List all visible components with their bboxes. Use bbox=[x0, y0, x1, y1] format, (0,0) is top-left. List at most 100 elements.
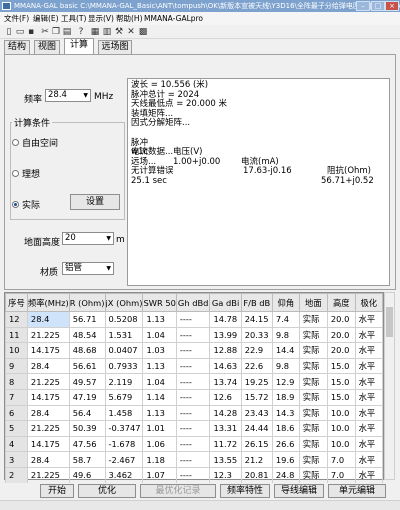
table-row[interactable]: 6 28.4 56.4 1.458 1.13 ---- 14.28 23.43 14.3 实际 10… bbox=[5, 404, 384, 422]
table-cell[interactable]: 14.63 bbox=[209, 357, 242, 375]
row-index-cell[interactable]: 5 bbox=[5, 420, 28, 437]
table-cell[interactable]: 28.4 bbox=[26, 357, 70, 375]
table-cell[interactable]: -0.3747 bbox=[104, 420, 144, 437]
table-cell[interactable]: 1.04 bbox=[142, 326, 177, 344]
save-icon[interactable]: ▪ bbox=[26, 27, 36, 37]
table-cell[interactable]: 49.57 bbox=[68, 373, 106, 390]
table-cell[interactable]: 20.0 bbox=[326, 342, 356, 359]
table-cell[interactable]: 0.5208 bbox=[104, 311, 144, 328]
table-cell[interactable]: 1.07 bbox=[142, 466, 177, 484]
minimize-button[interactable]: – bbox=[356, 1, 370, 11]
table-cell[interactable]: 1.13 bbox=[142, 311, 177, 328]
menu-file[interactable]: 文件(F) bbox=[4, 14, 29, 23]
table-cell[interactable]: ---- bbox=[175, 435, 211, 453]
table-cell[interactable]: 21.225 bbox=[26, 373, 70, 390]
radio-free-space[interactable] bbox=[12, 139, 19, 146]
copy-icon[interactable]: ❐ bbox=[51, 27, 61, 37]
table-cell[interactable]: 28.4 bbox=[26, 404, 70, 422]
table-row[interactable]: 4 14.175 47.56 -1.678 1.06 ---- 11.72 26.15 26.6… bbox=[5, 435, 384, 453]
table-cell[interactable]: 3.462 bbox=[104, 466, 144, 484]
table-cell[interactable]: 20.81 bbox=[240, 466, 273, 484]
table-cell[interactable]: 18.9 bbox=[271, 388, 300, 406]
table-cell[interactable]: 13.31 bbox=[209, 420, 242, 437]
menu-help[interactable]: 帮助(H) bbox=[116, 14, 143, 23]
table-row[interactable]: 2 21.225 49.6 3.462 1.07 ---- 12.3 20.81 24.8 实际 7… bbox=[5, 466, 384, 484]
table-cell[interactable]: 15.0 bbox=[326, 388, 356, 406]
cut-icon[interactable]: ✂ bbox=[40, 27, 50, 37]
radio-real[interactable] bbox=[12, 201, 19, 208]
table-cell[interactable]: 7.0 bbox=[326, 451, 356, 468]
table-cell[interactable]: 7.0 bbox=[326, 466, 356, 484]
table-cell[interactable]: 47.56 bbox=[68, 435, 106, 453]
ground-height-combobox[interactable]: 20 ▼ bbox=[62, 232, 114, 245]
table-cell[interactable]: 20.0 bbox=[326, 326, 356, 344]
table-cell[interactable]: 水平 bbox=[354, 373, 384, 390]
table-cell[interactable]: 24.15 bbox=[240, 311, 273, 328]
chart-icon[interactable]: ▥ bbox=[102, 27, 112, 37]
row-index-cell[interactable]: 6 bbox=[5, 404, 28, 422]
row-index-cell[interactable]: 11 bbox=[5, 326, 28, 344]
tab-structure[interactable]: 结构 bbox=[4, 40, 30, 54]
table-cell[interactable]: 水平 bbox=[354, 388, 384, 406]
radio-ideal[interactable] bbox=[12, 170, 19, 177]
table-cell[interactable]: 水平 bbox=[354, 420, 384, 437]
table-cell[interactable]: ---- bbox=[175, 357, 211, 375]
table-cell[interactable]: 实际 bbox=[298, 404, 328, 422]
table-cell[interactable]: 12.88 bbox=[209, 342, 242, 359]
column-header[interactable]: 序号 bbox=[5, 293, 28, 312]
table-cell[interactable]: -2.467 bbox=[104, 451, 144, 468]
tab-calculate[interactable]: 计算 bbox=[64, 38, 94, 54]
table-cell[interactable]: ---- bbox=[175, 342, 211, 359]
new-file-icon[interactable]: ▯ bbox=[4, 27, 14, 37]
table-cell[interactable]: ---- bbox=[175, 404, 211, 422]
help-icon[interactable]: ? bbox=[76, 27, 86, 37]
column-header[interactable]: Gh dBd bbox=[175, 293, 211, 312]
table-cell[interactable]: 24.44 bbox=[240, 420, 273, 437]
wrench-icon[interactable]: ⚒ bbox=[114, 27, 124, 37]
table-cell[interactable]: 实际 bbox=[298, 326, 328, 344]
table-cell[interactable]: 14.175 bbox=[26, 342, 70, 359]
table-cell[interactable]: 水平 bbox=[354, 326, 384, 344]
column-header[interactable]: 地面 bbox=[298, 293, 328, 312]
table-cell[interactable]: 22.6 bbox=[240, 357, 273, 375]
calculator-icon[interactable]: ▩ bbox=[138, 27, 148, 37]
close-button[interactable]: × bbox=[385, 1, 399, 11]
menu-view[interactable]: 显示(V) bbox=[88, 14, 114, 23]
table-cell[interactable]: 28.4 bbox=[26, 451, 70, 468]
table-cell[interactable]: 21.225 bbox=[26, 466, 70, 484]
table-cell[interactable]: 15.72 bbox=[240, 388, 273, 406]
table-cell[interactable]: 实际 bbox=[298, 388, 328, 406]
table-cell[interactable]: 14.175 bbox=[26, 435, 70, 453]
table-cell[interactable]: 1.14 bbox=[142, 388, 177, 406]
table-row[interactable]: 5 21.225 50.39 -0.3747 1.01 ---- 13.31 24.44 18.… bbox=[5, 420, 384, 437]
table-cell[interactable]: 48.54 bbox=[68, 326, 106, 344]
table-cell[interactable]: 26.15 bbox=[240, 435, 273, 453]
table-cell[interactable]: 实际 bbox=[298, 466, 328, 484]
table-cell[interactable]: 12.6 bbox=[209, 388, 242, 406]
table-cell[interactable]: 15.0 bbox=[326, 373, 356, 390]
table-cell[interactable]: 23.43 bbox=[240, 404, 273, 422]
row-index-cell[interactable]: 7 bbox=[5, 388, 28, 406]
row-index-cell[interactable]: 8 bbox=[5, 373, 28, 390]
table-cell[interactable]: 1.531 bbox=[104, 326, 144, 344]
table-cell[interactable]: 14.3 bbox=[271, 404, 300, 422]
column-header[interactable]: jX (Ohm) bbox=[104, 293, 144, 312]
table-cell[interactable]: 1.03 bbox=[142, 342, 177, 359]
tab-farfield[interactable]: 远场图 bbox=[98, 40, 132, 54]
column-header[interactable]: 极化 bbox=[354, 293, 384, 312]
table-cell[interactable]: 21.225 bbox=[26, 420, 70, 437]
table-cell[interactable]: ---- bbox=[175, 466, 211, 484]
table-cell[interactable]: 2.119 bbox=[104, 373, 144, 390]
table-cell[interactable]: ---- bbox=[175, 311, 211, 328]
paste-icon[interactable]: ▤ bbox=[62, 27, 72, 37]
table-cell[interactable]: 20.0 bbox=[326, 311, 356, 328]
menu-tools[interactable]: 工具(T) bbox=[61, 14, 86, 23]
table-cell[interactable]: 实际 bbox=[298, 342, 328, 359]
table-cell[interactable]: 12.9 bbox=[271, 373, 300, 390]
optimize-icon[interactable]: ✕ bbox=[126, 27, 136, 37]
row-index-cell[interactable]: 9 bbox=[5, 357, 28, 375]
frequency-combobox[interactable]: 28.4 ▼ bbox=[45, 89, 91, 102]
table-cell[interactable]: 19.6 bbox=[271, 451, 300, 468]
table-cell[interactable]: 水平 bbox=[354, 404, 384, 422]
table-cell[interactable]: 10.0 bbox=[326, 435, 356, 453]
